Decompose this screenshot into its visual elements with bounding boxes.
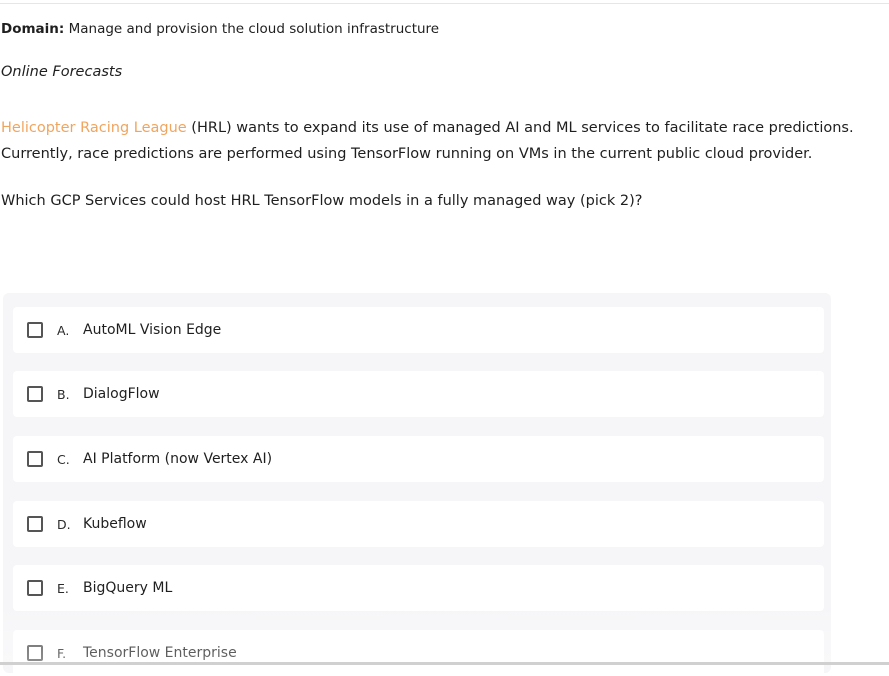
case-study-title: Online Forecasts xyxy=(1,64,123,80)
option-letter: F. xyxy=(57,645,67,661)
option-label: Kubeflow xyxy=(83,516,147,532)
option-letter: B. xyxy=(57,386,70,402)
scenario-line-2: Currently, race predictions are performe… xyxy=(1,146,813,162)
checkbox-icon[interactable] xyxy=(27,386,43,402)
option-label: AI Platform (now Vertex AI) xyxy=(83,451,273,467)
option-letter: E. xyxy=(57,580,69,596)
top-divider xyxy=(0,3,889,4)
option-c[interactable]: C. AI Platform (now Vertex AI) xyxy=(13,436,824,482)
checkbox-icon[interactable] xyxy=(27,451,43,467)
checkbox-icon[interactable] xyxy=(27,516,43,532)
checkbox-icon[interactable] xyxy=(27,322,43,338)
domain-line: Domain: Manage and provision the cloud s… xyxy=(1,21,439,37)
domain-label: Domain: xyxy=(1,21,65,37)
option-letter: A. xyxy=(57,322,70,338)
option-f[interactable]: F. TensorFlow Enterprise xyxy=(13,630,824,676)
scenario-text: Helicopter Racing League (HRL) wants to … xyxy=(1,115,854,167)
domain-value: Manage and provision the cloud solution … xyxy=(68,21,440,37)
question-text: Which GCP Services could host HRL Tensor… xyxy=(1,193,643,209)
option-b[interactable]: B. DialogFlow xyxy=(13,371,824,417)
option-letter: C. xyxy=(57,451,70,467)
option-label: BigQuery ML xyxy=(83,580,173,596)
answer-options-panel: A. AutoML Vision Edge B. DialogFlow C. A… xyxy=(3,293,831,676)
option-a[interactable]: A. AutoML Vision Edge xyxy=(13,307,824,353)
checkbox-icon[interactable] xyxy=(27,580,43,596)
option-e[interactable]: E. BigQuery ML xyxy=(13,565,824,611)
company-link[interactable]: Helicopter Racing League xyxy=(1,120,187,136)
option-label: AutoML Vision Edge xyxy=(83,322,222,338)
scenario-line-1: Helicopter Racing League (HRL) wants to … xyxy=(1,115,854,141)
scenario-line-1-text: (HRL) wants to expand its use of managed… xyxy=(186,120,854,136)
option-d[interactable]: D. Kubeflow xyxy=(13,501,824,547)
checkbox-icon[interactable] xyxy=(27,645,43,661)
option-label: DialogFlow xyxy=(83,386,160,402)
option-label: TensorFlow Enterprise xyxy=(83,645,237,661)
option-letter: D. xyxy=(57,516,71,532)
